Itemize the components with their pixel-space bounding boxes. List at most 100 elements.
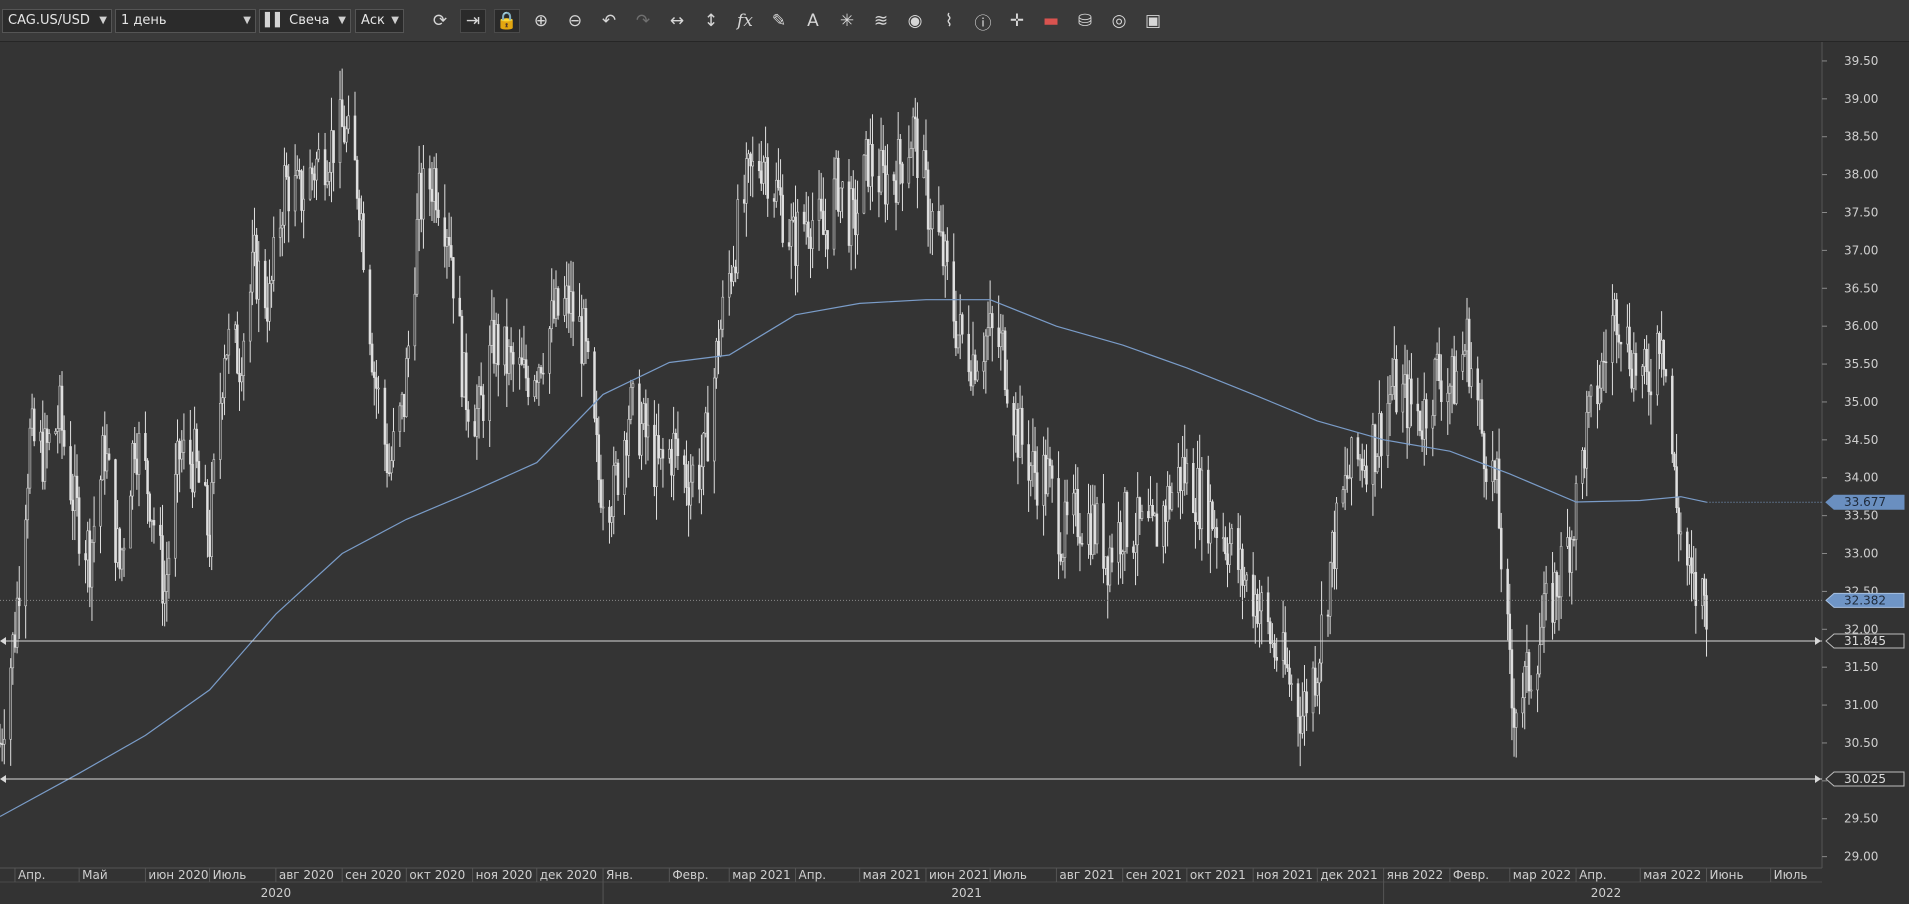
cursor-cross-icon: ✛ (1009, 11, 1025, 31)
price-label[interactable]: 31.845 (1825, 633, 1905, 649)
candle-body (178, 440, 181, 460)
shift-chart-button[interactable]: ⇥ (460, 9, 486, 33)
indicators-fx-button[interactable]: fx (732, 9, 758, 33)
price-label[interactable]: 30.025 (1825, 771, 1905, 787)
candle-body (1491, 460, 1494, 482)
cursor-cross-button[interactable]: ✛ (1004, 9, 1030, 33)
pencil-button[interactable]: ✎ (766, 9, 792, 33)
candle-body (1303, 691, 1306, 717)
color-bar-button[interactable]: ▬ (1038, 9, 1064, 33)
candle-body (1029, 465, 1033, 481)
candle-body (477, 386, 481, 409)
candle-body (1106, 556, 1109, 586)
candle-body (325, 181, 329, 186)
crosshair-tool-button[interactable]: ✳ (834, 9, 860, 33)
candle-body (952, 261, 956, 322)
lock-icon: 🔒 (496, 11, 518, 31)
candle-body (1243, 579, 1246, 586)
candle-body (1335, 502, 1338, 569)
candle-body (593, 351, 596, 419)
save-button[interactable]: ▣ (1140, 9, 1166, 33)
alerts-chart-button[interactable]: ⌇ (936, 9, 962, 33)
candle-type-icon: ▌▌ (265, 13, 285, 28)
candle-body (105, 453, 109, 472)
candle-body (869, 144, 872, 187)
candle-body (1012, 403, 1015, 436)
candle-body (328, 172, 331, 182)
y-tick-label: 33.00 (1844, 547, 1878, 561)
candle-body (163, 591, 166, 604)
candle-body (1320, 614, 1323, 664)
period-select[interactable]: 1 день ▼ (115, 9, 256, 33)
candle-body (629, 387, 633, 420)
zoom-in-button[interactable]: ⊕ (528, 9, 554, 33)
lock-button[interactable]: 🔒 (494, 9, 520, 33)
candle-body (73, 475, 77, 511)
x-tick-label: мар 2021 (732, 868, 790, 882)
candle-body (298, 170, 301, 172)
layers-button[interactable]: ≋ (868, 9, 894, 33)
candle-body (1431, 415, 1435, 429)
candle-body (541, 372, 545, 375)
refresh-button[interactable]: ⟳ (427, 9, 453, 33)
candle-body (672, 432, 675, 476)
candle-body (623, 440, 626, 495)
zoom-out-button[interactable]: ⊖ (562, 9, 588, 33)
candle-body (1499, 527, 1503, 570)
candle-body (1422, 399, 1426, 440)
candle-body (1281, 632, 1285, 661)
candle-body (1437, 353, 1441, 381)
candle-body (1540, 626, 1544, 646)
candle-body (886, 174, 889, 205)
price-side-select[interactable]: Аск ▼ (355, 9, 404, 33)
info-button[interactable]: ⓘ (970, 9, 996, 34)
candle-body (856, 212, 859, 236)
year-label: 2020 (261, 886, 292, 900)
candle-body (973, 354, 977, 381)
eye-button[interactable]: ◉ (902, 9, 928, 33)
candle-body (1269, 621, 1272, 644)
candle-body (1418, 410, 1422, 431)
candle-body (99, 479, 102, 527)
chart-type-select[interactable]: ▌▌ Свеча ▼ (259, 9, 351, 33)
candle-body (732, 266, 735, 282)
candle-body (323, 149, 327, 186)
candle-body (507, 346, 511, 374)
y-tick-label: 39.00 (1844, 92, 1878, 106)
x-tick-label: ноя 2021 (1256, 868, 1313, 882)
save-icon: ▣ (1144, 11, 1162, 31)
candle-body (1170, 492, 1174, 510)
candle-body (1365, 465, 1368, 485)
candle-body (1645, 348, 1648, 373)
candle-body (1179, 467, 1182, 491)
candle-body (1311, 667, 1315, 714)
candle-body (1452, 356, 1456, 404)
candle-body (1604, 361, 1608, 364)
redo-button[interactable]: ↷ (630, 9, 656, 33)
candle-body (165, 574, 169, 592)
y-tick-label: 36.50 (1844, 281, 1878, 295)
price-chart[interactable]: 39.50 39.00 38.50 38.00 37.50 37.00 36.50 36.00… (0, 42, 1909, 904)
zoom-in-icon: ⊕ (533, 11, 549, 31)
price-label[interactable]: 32.382 (1825, 592, 1905, 608)
candle-body (492, 319, 496, 364)
chart-type-select-value: Свеча (289, 13, 330, 28)
text-tool-button[interactable]: A (800, 9, 826, 33)
candle-body (1373, 424, 1377, 473)
candle-body (1198, 468, 1201, 530)
paint-bucket-button[interactable]: ⛁ (1072, 9, 1098, 33)
horizontal-stretch-button[interactable]: ↔ (664, 9, 690, 33)
price-label[interactable]: 33.677 (1825, 494, 1905, 510)
candle-body (1380, 413, 1383, 456)
settings-ring-button[interactable]: ◎ (1106, 9, 1132, 33)
candle-body (432, 168, 436, 202)
candle-body (674, 432, 678, 439)
candle-body (1596, 385, 1599, 405)
candle-body (1525, 652, 1529, 667)
undo-button[interactable]: ↶ (596, 9, 622, 33)
vertical-stretch-button[interactable]: ↕ (698, 9, 724, 33)
candle-body (263, 260, 267, 309)
x-tick-label: Апр. (1579, 868, 1607, 882)
x-tick-label: сен 2020 (345, 868, 401, 882)
symbol-select[interactable]: CAG.US/USD ▼ (2, 9, 112, 33)
